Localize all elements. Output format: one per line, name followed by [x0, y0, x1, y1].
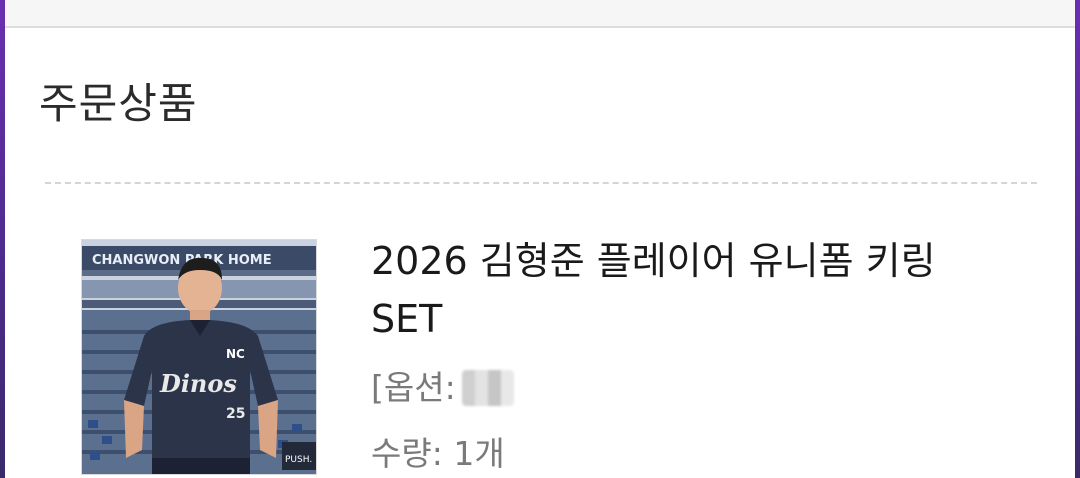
- jersey-brand-text: Dinos: [159, 369, 237, 398]
- corner-sign-text: PUSH.: [285, 455, 312, 465]
- section-title: 주문상품: [39, 79, 198, 128]
- product-quantity: 수량: 1개: [371, 434, 505, 473]
- option-label: [옵션:: [371, 368, 456, 407]
- jersey-number-text: 25: [226, 406, 245, 422]
- option-value-redacted: [461, 370, 514, 406]
- product-thumbnail[interactable]: CHANGWON PARK HOME PUSH. NC Dinos 25: [81, 239, 317, 475]
- dashed-divider: [45, 182, 1037, 184]
- top-bar: [5, 0, 1075, 28]
- product-option: [옵션:: [371, 364, 514, 412]
- product-name[interactable]: 2026 김형준 플레이어 유니폼 키링 SET: [371, 232, 981, 348]
- stadium-sign-text: CHANGWON PARK HOME: [92, 253, 272, 268]
- product-name-line1: 2026 김형준 플레이어 유니폼 키링: [371, 239, 936, 283]
- order-items-panel: 주문상품 CHANGWON PARK HOME PUSH. NC Dinos 2…: [5, 0, 1075, 478]
- jersey-logo-text: NC: [226, 347, 245, 361]
- product-name-line2: SET: [371, 297, 443, 341]
